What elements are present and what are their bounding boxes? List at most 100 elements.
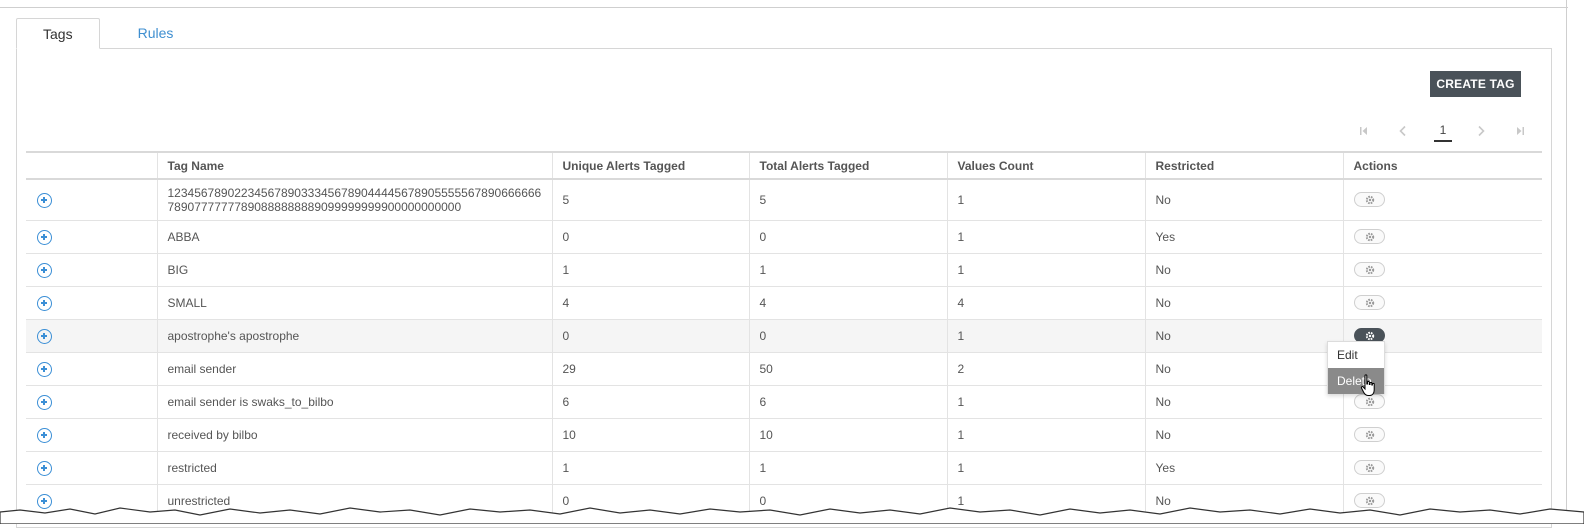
cell-tag-name: BIG bbox=[156, 253, 552, 287]
cell-tag-name: email sender bbox=[156, 352, 552, 386]
cell-values: 1 bbox=[946, 418, 1145, 452]
cell-total: 4 bbox=[748, 286, 947, 320]
table-row: ABBA 0 0 1 Yes bbox=[26, 220, 1542, 254]
pagination: 1 bbox=[1356, 120, 1551, 142]
cell-values: 1 bbox=[946, 220, 1145, 254]
plus-circle-icon[interactable] bbox=[37, 361, 52, 377]
plus-circle-icon[interactable] bbox=[37, 460, 52, 476]
cell-restricted: No bbox=[1144, 385, 1343, 419]
cell-total: 6 bbox=[748, 385, 947, 419]
cell-unique: 4 bbox=[551, 286, 749, 320]
cell-total: 0 bbox=[748, 220, 947, 254]
gear-icon bbox=[1365, 331, 1374, 340]
cell-values: 1 bbox=[946, 319, 1145, 353]
gear-icon bbox=[1365, 195, 1374, 205]
cell-total: 50 bbox=[748, 352, 947, 386]
cell-values: 1 bbox=[946, 253, 1145, 287]
cell-total: 0 bbox=[748, 319, 947, 353]
table-row: email sender is swaks_to_bilbo 6 6 1 No bbox=[26, 385, 1542, 419]
cell-restricted: Yes bbox=[1144, 451, 1343, 485]
cell-values: 4 bbox=[946, 286, 1145, 320]
table-row: restricted 1 1 1 Yes bbox=[26, 451, 1542, 485]
plus-circle-icon[interactable] bbox=[37, 427, 52, 443]
hand-pointer-icon bbox=[1360, 374, 1375, 396]
chevron-right-icon[interactable] bbox=[1473, 122, 1491, 140]
header-expand bbox=[26, 151, 157, 180]
tags-table: Tag Name Unique Alerts Tagged Total Aler… bbox=[26, 151, 1542, 518]
table-row: apostrophe's apostrophe 0 0 1 No bbox=[26, 319, 1542, 353]
actions-button[interactable] bbox=[1353, 460, 1385, 476]
gear-icon bbox=[1365, 463, 1374, 472]
header-unique-alerts[interactable]: Unique Alerts Tagged bbox=[551, 151, 749, 180]
cell-tag-name: email sender is swaks_to_bilbo bbox=[156, 385, 552, 419]
header-actions: Actions bbox=[1342, 151, 1542, 180]
right-border bbox=[1566, 0, 1567, 524]
page-number-current[interactable]: 1 bbox=[1434, 123, 1452, 142]
plus-circle-icon[interactable] bbox=[37, 229, 52, 245]
cell-unique: 5 bbox=[551, 179, 749, 221]
cell-restricted: Yes bbox=[1144, 220, 1343, 254]
plus-circle-icon[interactable] bbox=[37, 394, 52, 410]
table-row: email sender 29 50 2 No bbox=[26, 352, 1542, 386]
cell-restricted: No bbox=[1144, 319, 1343, 353]
cell-total: 1 bbox=[748, 451, 947, 485]
gear-icon bbox=[1365, 232, 1374, 241]
cell-tag-name: SMALL bbox=[156, 286, 552, 320]
table-row: 1234567890223456789033345678904444567890… bbox=[26, 179, 1542, 221]
cell-tag-name: received by bilbo bbox=[156, 418, 552, 452]
actions-button[interactable] bbox=[1353, 427, 1385, 443]
gear-icon bbox=[1365, 430, 1374, 439]
cell-total: 10 bbox=[748, 418, 947, 452]
top-border bbox=[0, 7, 1568, 8]
actions-button[interactable] bbox=[1353, 262, 1385, 278]
gear-icon bbox=[1365, 397, 1374, 406]
menu-item-edit[interactable]: Edit bbox=[1328, 342, 1384, 368]
cell-restricted: No bbox=[1144, 253, 1343, 287]
cell-restricted: No bbox=[1144, 286, 1343, 320]
table-row: BIG 1 1 1 No bbox=[26, 253, 1542, 287]
cell-unique: 6 bbox=[551, 385, 749, 419]
cell-unique: 1 bbox=[551, 451, 749, 485]
header-total-alerts[interactable]: Total Alerts Tagged bbox=[748, 151, 947, 180]
cell-values: 1 bbox=[946, 179, 1145, 221]
plus-circle-icon[interactable] bbox=[37, 262, 52, 278]
chevron-left-icon[interactable] bbox=[1395, 122, 1413, 140]
plus-circle-icon[interactable] bbox=[37, 328, 52, 344]
cell-tag-name: 1234567890223456789033345678904444567890… bbox=[156, 179, 552, 221]
cell-total: 5 bbox=[748, 179, 947, 221]
actions-button[interactable] bbox=[1353, 229, 1385, 245]
header-tag-name[interactable]: Tag Name bbox=[156, 151, 552, 180]
first-page-icon[interactable] bbox=[1356, 122, 1374, 140]
tab-rules[interactable]: Rules bbox=[100, 18, 212, 49]
cell-restricted: No bbox=[1144, 418, 1343, 452]
cell-values: 2 bbox=[946, 352, 1145, 386]
cell-tag-name: ABBA bbox=[156, 220, 552, 254]
cell-tag-name: apostrophe's apostrophe bbox=[156, 319, 552, 353]
cell-values: 1 bbox=[946, 451, 1145, 485]
tab-tags[interactable]: Tags bbox=[16, 18, 100, 49]
cell-restricted: No bbox=[1144, 179, 1343, 221]
table-header-row: Tag Name Unique Alerts Tagged Total Aler… bbox=[26, 151, 1542, 180]
actions-button[interactable] bbox=[1353, 192, 1385, 208]
create-tag-button[interactable]: CREATE TAG bbox=[1430, 71, 1521, 97]
table-row: SMALL 4 4 4 No bbox=[26, 286, 1542, 320]
plus-circle-icon[interactable] bbox=[37, 295, 52, 311]
cell-tag-name: restricted bbox=[156, 451, 552, 485]
cell-unique: 10 bbox=[551, 418, 749, 452]
cell-restricted: No bbox=[1144, 352, 1343, 386]
torn-edge bbox=[0, 507, 1584, 524]
gear-icon bbox=[1365, 265, 1374, 274]
actions-button[interactable] bbox=[1353, 295, 1385, 311]
cell-unique: 0 bbox=[551, 319, 749, 353]
gear-icon bbox=[1365, 298, 1374, 307]
last-page-icon[interactable] bbox=[1512, 122, 1530, 140]
tab-bar: Tags Rules bbox=[16, 18, 211, 49]
header-values-count[interactable]: Values Count bbox=[946, 151, 1145, 180]
cell-total: 1 bbox=[748, 253, 947, 287]
cell-unique: 0 bbox=[551, 220, 749, 254]
cell-unique: 1 bbox=[551, 253, 749, 287]
cell-unique: 29 bbox=[551, 352, 749, 386]
plus-circle-icon[interactable] bbox=[37, 192, 52, 208]
header-restricted[interactable]: Restricted bbox=[1144, 151, 1343, 180]
cell-values: 1 bbox=[946, 385, 1145, 419]
